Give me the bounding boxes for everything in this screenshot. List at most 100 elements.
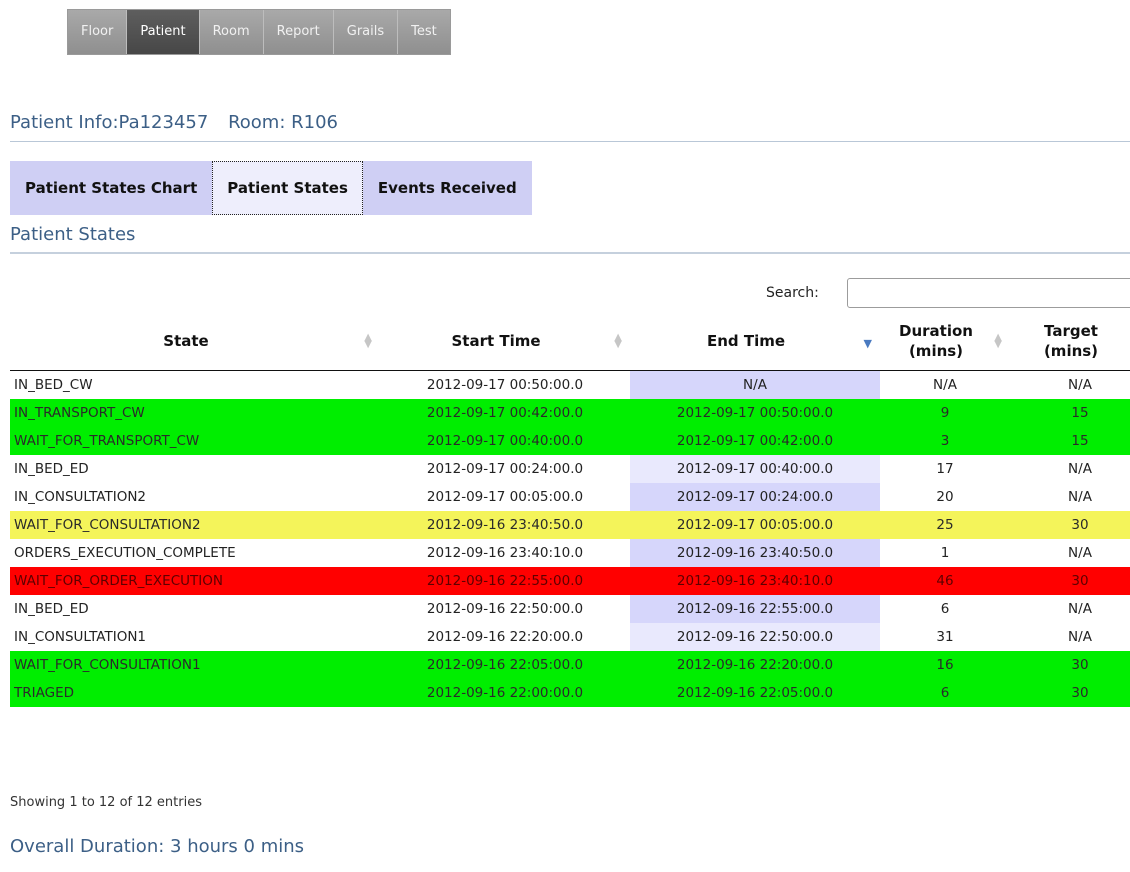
start-time-cell: 2012-09-16 22:20:00.0: [380, 623, 630, 651]
column-header-label: Start Time: [451, 332, 541, 350]
state-cell: WAIT_FOR_TRANSPORT_CW: [10, 427, 380, 455]
patient-states-table: State ▲ ▼ Start Time ▲ ▼ End Time ▼ Durati…: [10, 312, 1130, 707]
end-time-cell: 2012-09-16 22:55:00.0: [630, 595, 880, 623]
duration-cell: 46: [880, 567, 1010, 595]
table-row[interactable]: IN_BED_ED 2012-09-17 00:24:00.0 2012-09-17…: [10, 455, 1130, 483]
end-time-cell: 2012-09-17 00:50:00.0: [630, 399, 880, 427]
target-cell: 15: [1010, 427, 1130, 455]
nav-room[interactable]: Room: [199, 10, 264, 54]
overall-duration: Overall Duration: 3 hours 0 mins: [10, 836, 305, 857]
table-row[interactable]: WAIT_FOR_CONSULTATION2 2012-09-16 23:40:5…: [10, 511, 1130, 539]
state-cell: IN_BED_CW: [10, 370, 380, 399]
start-time-cell: 2012-09-16 23:40:10.0: [380, 539, 630, 567]
target-cell: N/A: [1010, 595, 1130, 623]
column-header-duration[interactable]: Duration (mins) ▲ ▼: [880, 312, 1010, 371]
nav-patient[interactable]: Patient: [127, 10, 200, 54]
state-cell: ORDERS_EXECUTION_COMPLETE: [10, 539, 380, 567]
table-row[interactable]: IN_BED_ED 2012-09-16 22:50:00.0 2012-09-16…: [10, 595, 1130, 623]
target-cell: 30: [1010, 511, 1130, 539]
search-input[interactable]: [847, 278, 1130, 308]
column-header-end-time[interactable]: End Time ▼: [630, 312, 880, 371]
sort-desc-icon: ▼: [863, 337, 872, 350]
end-time-cell: 2012-09-17 00:05:00.0: [630, 511, 880, 539]
state-cell: IN_BED_ED: [10, 455, 380, 483]
tab-patient-states[interactable]: Patient States: [212, 161, 363, 215]
start-time-cell: 2012-09-16 23:40:50.0: [380, 511, 630, 539]
nav-test[interactable]: Test: [398, 10, 450, 54]
nav-floor[interactable]: Floor: [68, 10, 128, 54]
state-cell: TRIAGED: [10, 679, 380, 707]
duration-cell: 6: [880, 595, 1010, 623]
column-header-label: State: [163, 332, 209, 350]
state-cell: IN_BED_ED: [10, 595, 380, 623]
sort-both-icon: ▲ ▼: [364, 332, 372, 350]
start-time-cell: 2012-09-17 00:05:00.0: [380, 483, 630, 511]
start-time-cell: 2012-09-17 00:24:00.0: [380, 455, 630, 483]
column-header-label: Duration: [899, 322, 973, 340]
table-row[interactable]: IN_CONSULTATION1 2012-09-16 22:20:00.0 201…: [10, 623, 1130, 651]
column-header-start-time[interactable]: Start Time ▲ ▼: [380, 312, 630, 371]
target-cell: N/A: [1010, 370, 1130, 399]
patient-tabs: Patient States Chart Patient States Even…: [10, 161, 532, 215]
start-time-cell: 2012-09-17 00:50:00.0: [380, 370, 630, 399]
tab-patient-states-chart[interactable]: Patient States Chart: [10, 161, 213, 215]
table-row[interactable]: IN_BED_CW 2012-09-17 00:50:00.0 N/A N/A N/A: [10, 370, 1130, 399]
duration-cell: 17: [880, 455, 1010, 483]
state-cell: WAIT_FOR_CONSULTATION2: [10, 511, 380, 539]
table-header-row: State ▲ ▼ Start Time ▲ ▼ End Time ▼ Durati…: [10, 312, 1130, 371]
duration-cell: 3: [880, 427, 1010, 455]
end-time-cell: 2012-09-17 00:40:00.0: [630, 455, 880, 483]
column-header-target[interactable]: Target (mins) ▲▼: [1010, 312, 1130, 371]
table-row[interactable]: WAIT_FOR_CONSULTATION1 2012-09-16 22:05:0…: [10, 651, 1130, 679]
table-row[interactable]: IN_TRANSPORT_CW 2012-09-17 00:42:00.0 2012…: [10, 399, 1130, 427]
column-header-label: Target: [1044, 322, 1098, 340]
end-time-cell: 2012-09-16 22:50:00.0: [630, 623, 880, 651]
state-cell: WAIT_FOR_CONSULTATION1: [10, 651, 380, 679]
duration-cell: 31: [880, 623, 1010, 651]
target-cell: 30: [1010, 567, 1130, 595]
start-time-cell: 2012-09-17 00:42:00.0: [380, 399, 630, 427]
end-time-cell: 2012-09-16 23:40:50.0: [630, 539, 880, 567]
target-cell: N/A: [1010, 483, 1130, 511]
duration-cell: 6: [880, 679, 1010, 707]
table-row[interactable]: ORDERS_EXECUTION_COMPLETE 2012-09-16 23:4…: [10, 539, 1130, 567]
duration-cell: 25: [880, 511, 1010, 539]
column-header-label: End Time: [706, 332, 786, 350]
column-header-state[interactable]: State ▲ ▼: [10, 312, 380, 371]
sort-both-icon: ▲ ▼: [614, 332, 622, 350]
table-row[interactable]: IN_CONSULTATION2 2012-09-17 00:05:00.0 201…: [10, 483, 1130, 511]
target-cell: N/A: [1010, 539, 1130, 567]
state-cell: IN_CONSULTATION2: [10, 483, 380, 511]
state-cell: IN_CONSULTATION1: [10, 623, 380, 651]
sort-both-icon: ▲ ▼: [994, 332, 1002, 350]
duration-cell: 9: [880, 399, 1010, 427]
nav-grails[interactable]: Grails: [333, 10, 399, 54]
target-cell: N/A: [1010, 455, 1130, 483]
start-time-cell: 2012-09-16 22:50:00.0: [380, 595, 630, 623]
start-time-cell: 2012-09-16 22:55:00.0: [380, 567, 630, 595]
table-body: IN_BED_CW 2012-09-17 00:50:00.0 N/A N/A N/A I…: [10, 370, 1130, 707]
table-info: Showing 1 to 12 of 12 entries: [10, 795, 202, 810]
duration-cell: 1: [880, 539, 1010, 567]
target-cell: N/A: [1010, 623, 1130, 651]
column-header-unit: (mins): [1043, 342, 1099, 360]
table-row[interactable]: WAIT_FOR_ORDER_EXECUTION 2012-09-16 22:55…: [10, 567, 1130, 595]
top-nav: Floor Patient Room Report Grails Test: [67, 9, 451, 55]
nav-report[interactable]: Report: [263, 10, 334, 54]
state-cell: WAIT_FOR_ORDER_EXECUTION: [10, 567, 380, 595]
patient-info-heading: Patient Info:Pa123457 Room: R106: [10, 112, 338, 133]
divider: [10, 252, 1130, 254]
tab-events-received[interactable]: Events Received: [362, 161, 532, 215]
duration-cell: 16: [880, 651, 1010, 679]
state-cell: IN_TRANSPORT_CW: [10, 399, 380, 427]
start-time-cell: 2012-09-17 00:40:00.0: [380, 427, 630, 455]
patient-id-label: Patient Info:Pa123457: [10, 112, 209, 133]
search-label: Search:: [766, 285, 819, 301]
target-cell: 15: [1010, 399, 1130, 427]
target-cell: 30: [1010, 651, 1130, 679]
table-row[interactable]: WAIT_FOR_TRANSPORT_CW 2012-09-17 00:40:00…: [10, 427, 1130, 455]
table-row[interactable]: TRIAGED 2012-09-16 22:00:00.0 2012-09-16 2…: [10, 679, 1130, 707]
end-time-cell: 2012-09-17 00:42:00.0: [630, 427, 880, 455]
end-time-cell: 2012-09-17 00:24:00.0: [630, 483, 880, 511]
end-time-cell: 2012-09-16 22:20:00.0: [630, 651, 880, 679]
